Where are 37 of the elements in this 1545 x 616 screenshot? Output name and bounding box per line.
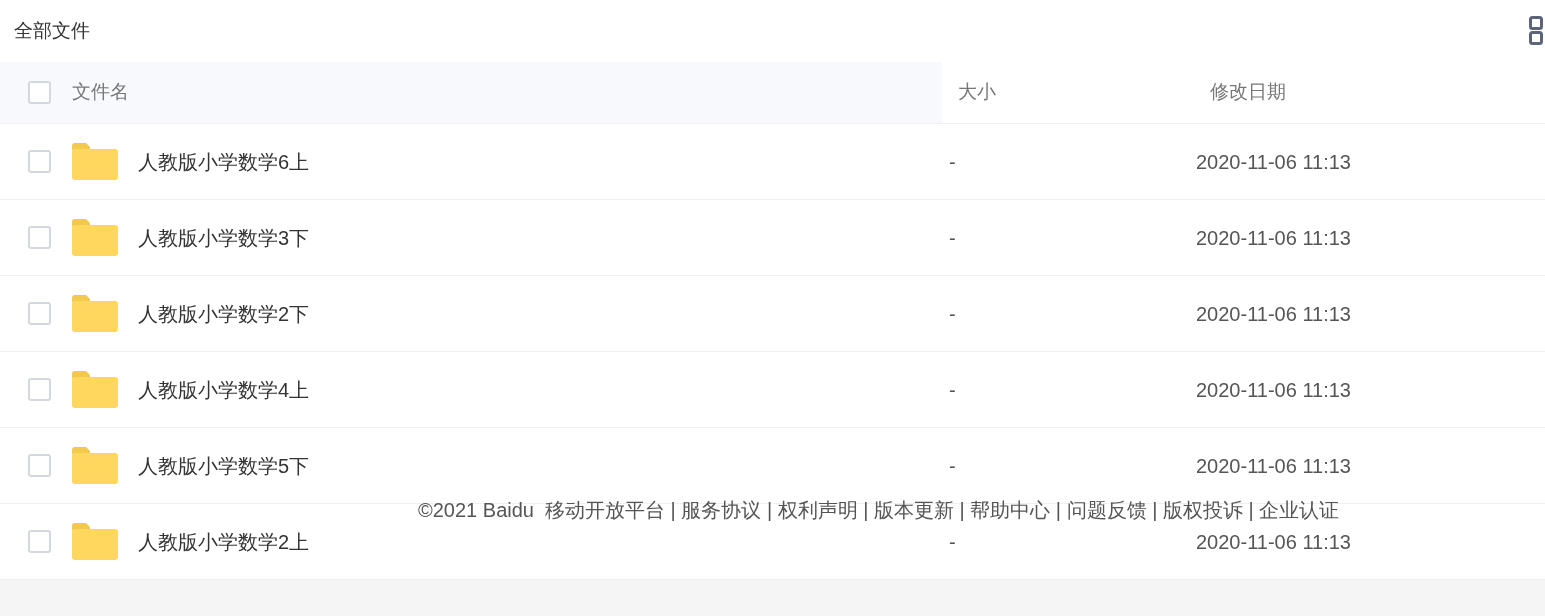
- folder-icon: [72, 143, 118, 180]
- page-title: 全部文件: [14, 18, 90, 43]
- size-cell-text: -: [949, 225, 957, 251]
- file-name[interactable]: 人教版小学数学4上: [138, 374, 949, 405]
- file-name[interactable]: 人教版小学数学6上: [138, 146, 949, 177]
- column-header[interactable]: 文件名: [72, 78, 129, 107]
- checkbox[interactable]: [28, 454, 51, 477]
- date-cell-text: 2020-11-06 11:13: [1196, 377, 1351, 403]
- date-cell-text: 2020-11-06 11:13: [1196, 529, 1351, 555]
- checkbox[interactable]: [28, 81, 51, 104]
- folder-icon: [72, 371, 118, 408]
- checkbox[interactable]: [28, 150, 51, 173]
- size-cell-text: -: [949, 453, 957, 479]
- checkbox[interactable]: [28, 226, 51, 249]
- footer-text: ©2021 Baidu 移动开放平台 | 服务协议 | 权利声明 | 版本更新 | 帮助中心 | 问题反馈 | 版权投诉 | 企业认证: [418, 498, 1340, 523]
- view-toggle-icon[interactable]: [1529, 16, 1543, 46]
- size-cell-text: -: [949, 377, 957, 403]
- date-cell-text: 2020-11-06 11:13: [1196, 225, 1351, 251]
- file-name[interactable]: 人教版小学数学3下: [138, 222, 949, 253]
- date-cell-text: 2020-11-06 11:13: [1196, 453, 1351, 479]
- checkbox[interactable]: [28, 530, 51, 553]
- folder-icon: [72, 219, 118, 256]
- file-name[interactable]: 人教版小学数学2下: [138, 298, 949, 329]
- folder-icon: [72, 447, 118, 484]
- file-name[interactable]: 人教版小学数学5下: [138, 450, 949, 481]
- folder-icon: [72, 295, 118, 332]
- checkbox[interactable]: [28, 302, 51, 325]
- size-cell-text: -: [949, 301, 957, 327]
- date-cell-text: 2020-11-06 11:13: [1196, 301, 1351, 327]
- size-cell-text: -: [949, 149, 957, 175]
- column-header[interactable]: 大小: [958, 78, 1210, 107]
- checkbox[interactable]: [28, 378, 51, 401]
- date-cell-text: 2020-11-06 11:13: [1196, 149, 1351, 175]
- size-cell-text: -: [949, 529, 957, 555]
- file-name[interactable]: 人教版小学数学2上: [138, 526, 949, 557]
- folder-icon: [72, 523, 118, 560]
- column-header[interactable]: 修改日期: [1210, 78, 1286, 107]
